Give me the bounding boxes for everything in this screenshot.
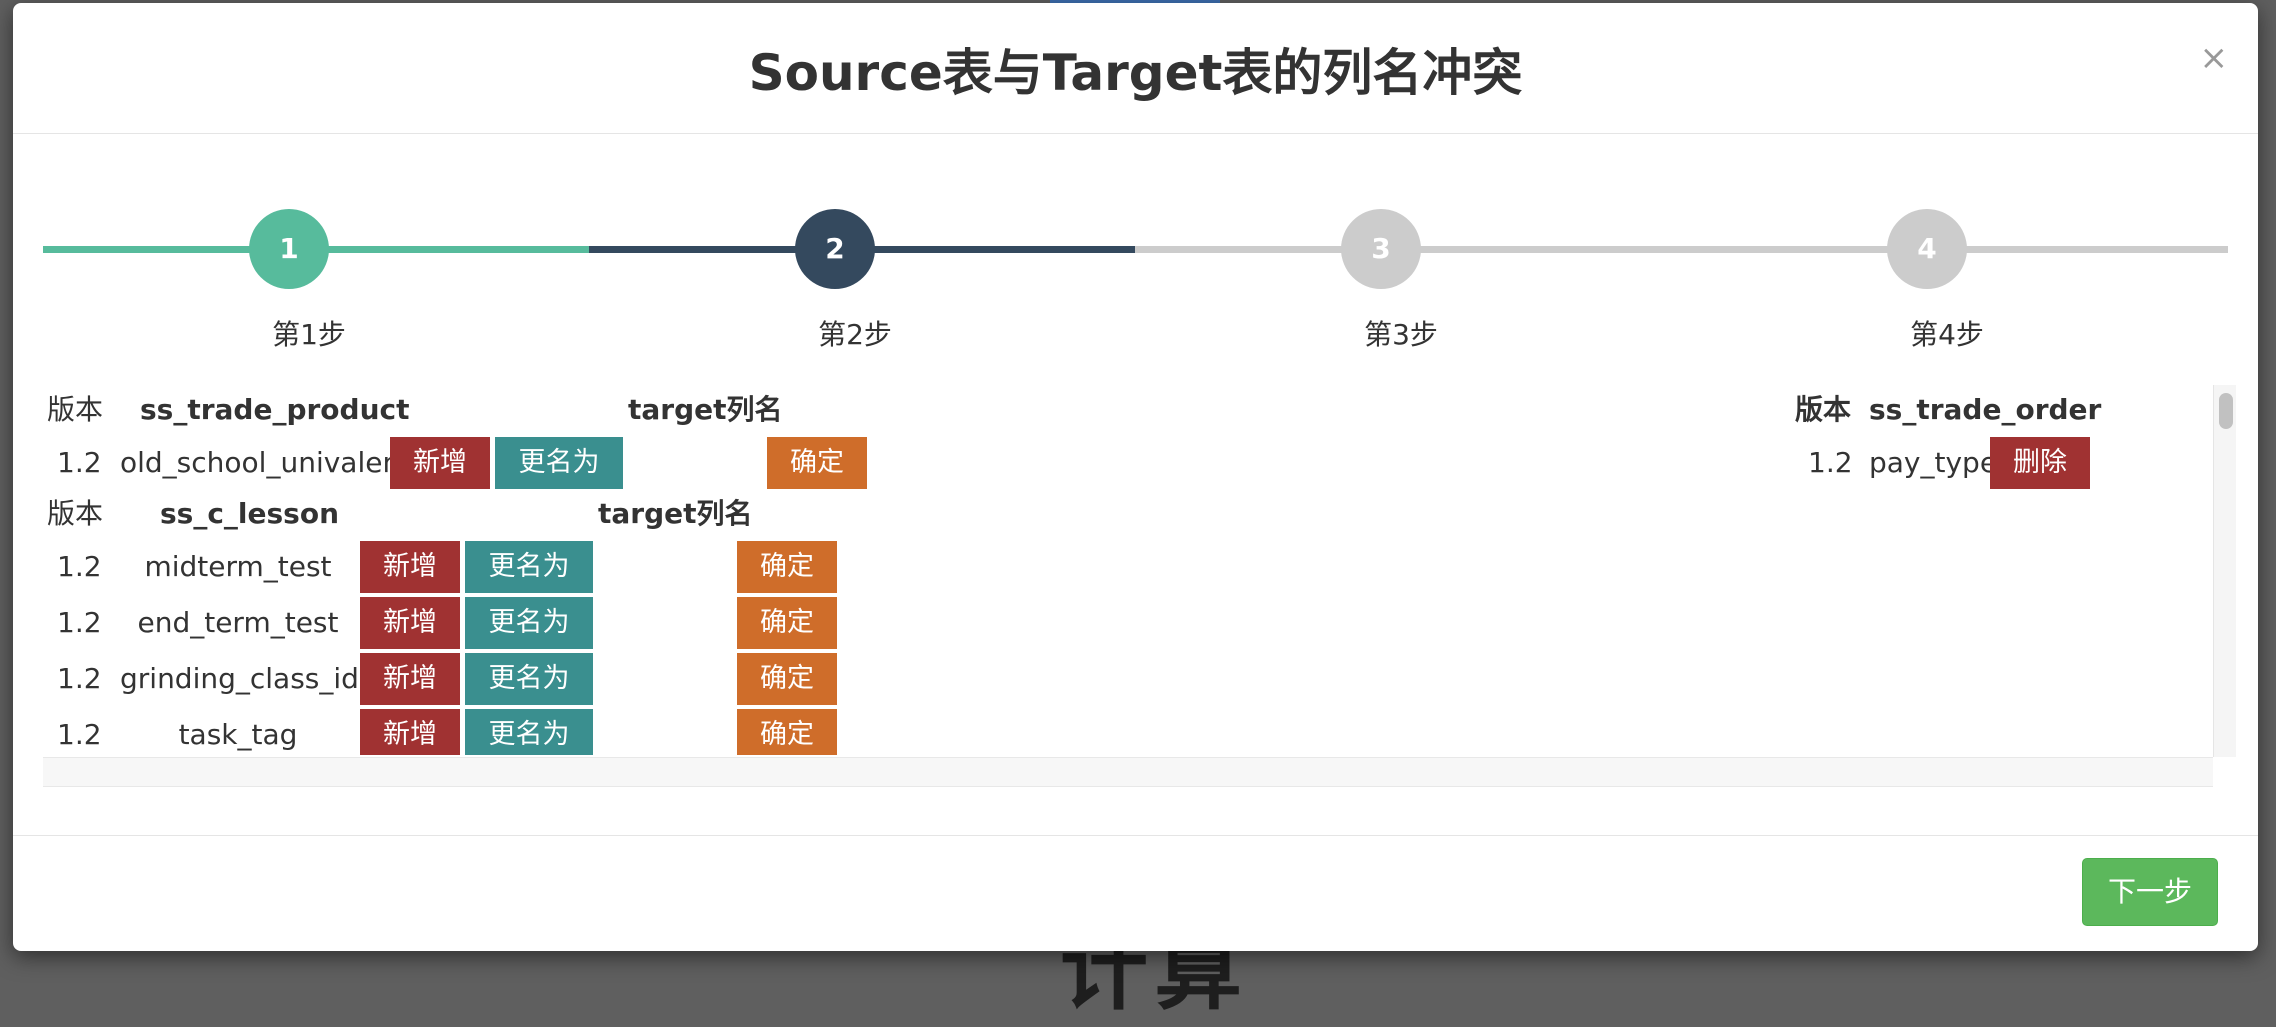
confirm-button[interactable]: 确定 [737, 653, 837, 705]
rename-button[interactable]: 更名为 [495, 437, 623, 489]
rename-button[interactable]: 更名为 [465, 597, 593, 649]
step-progress: 1 2 3 4 第1步 第2步 第3步 第4步 [43, 193, 2228, 353]
vertical-scrollbar[interactable] [2213, 385, 2236, 757]
table-header-name: ss_c_lesson [160, 497, 340, 530]
row-column-name: task_tag [178, 718, 298, 751]
scrollbar-thumb[interactable] [2219, 393, 2233, 429]
table-header-target: target列名 [598, 497, 753, 530]
right-table-header-version: 版本 [1795, 393, 1852, 426]
confirm-button[interactable]: 确定 [737, 597, 837, 649]
confirm-button[interactable]: 确定 [737, 541, 837, 593]
rename-button[interactable]: 更名为 [465, 653, 593, 705]
table-header-version: 版本 [47, 497, 104, 530]
dialog-title: Source表与Target表的列名冲突 [748, 44, 1523, 102]
dialog-header: Source表与Target表的列名冲突 × [13, 3, 2258, 134]
step-4-circle[interactable]: 4 [1887, 209, 1967, 289]
rename-button[interactable]: 更名为 [465, 709, 593, 755]
right-row-column-name: pay_type [1869, 446, 1998, 479]
dialog-footer: 下一步 [13, 835, 2258, 951]
row-version: 1.2 [57, 446, 102, 479]
row-column-name: old_school_univalent [120, 446, 412, 479]
add-button[interactable]: 新增 [360, 541, 460, 593]
table-header-version: 版本 [47, 393, 104, 426]
confirm-button[interactable]: 确定 [767, 437, 867, 489]
close-icon[interactable]: × [2200, 41, 2229, 75]
add-button[interactable]: 新增 [360, 597, 460, 649]
row-version: 1.2 [57, 718, 102, 751]
row-column-name: end_term_test [137, 606, 339, 639]
conflict-dialog: Source表与Target表的列名冲突 × 1 2 3 4 第1步 第2步 第… [13, 3, 2258, 951]
next-step-button[interactable]: 下一步 [2082, 858, 2218, 926]
right-table-header-name: ss_trade_order [1869, 393, 2102, 426]
step-2-circle[interactable]: 2 [795, 209, 875, 289]
confirm-button[interactable]: 确定 [737, 709, 837, 755]
row-version: 1.2 [57, 662, 102, 695]
row-column-name: grinding_class_ids [120, 662, 374, 695]
delete-button[interactable]: 删除 [1990, 437, 2090, 489]
add-button[interactable]: 新增 [360, 709, 460, 755]
row-version: 1.2 [57, 606, 102, 639]
step-1-label: 第1步 [272, 318, 346, 351]
right-row-version: 1.2 [1808, 446, 1853, 479]
add-button[interactable]: 新增 [390, 437, 490, 489]
row-version: 1.2 [57, 550, 102, 583]
table-header-target: target列名 [628, 393, 783, 426]
step-1-circle[interactable]: 1 [249, 209, 329, 289]
row-column-name: midterm_test [144, 550, 332, 583]
step-4-label: 第4步 [1910, 318, 1984, 351]
conflict-list[interactable]: 版本 ss_trade_product target列名 1.2 old_sch… [43, 383, 2213, 755]
step-3-circle[interactable]: 3 [1341, 209, 1421, 289]
add-button[interactable]: 新增 [360, 653, 460, 705]
horizontal-scrollbar[interactable] [43, 757, 2213, 787]
rename-button[interactable]: 更名为 [465, 541, 593, 593]
step-3-label: 第3步 [1364, 318, 1438, 351]
step-line-3 [1135, 246, 2228, 253]
table-header-name: ss_trade_product [140, 393, 410, 426]
step-2-label: 第2步 [818, 318, 892, 351]
